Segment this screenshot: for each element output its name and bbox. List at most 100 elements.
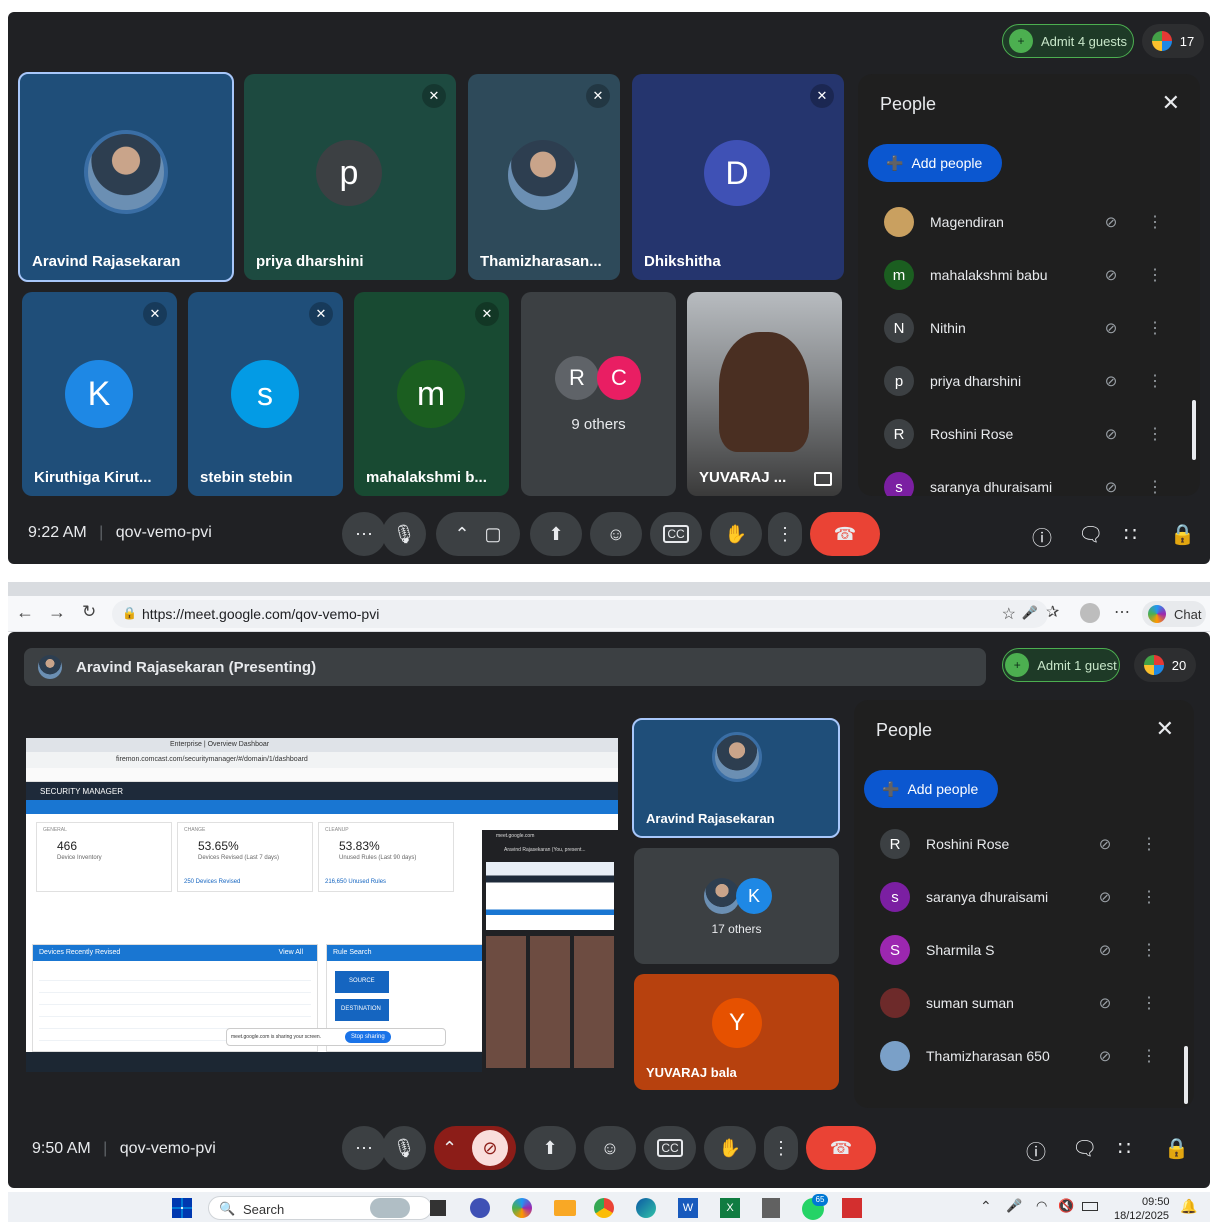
- people-list-item[interactable]: R Roshini Rose ⊘ ⋮: [864, 818, 1164, 870]
- site-info-icon[interactable]: 🔒: [122, 606, 137, 620]
- mic-off-icon[interactable]: ⊘: [1096, 425, 1126, 443]
- emoji-button[interactable]: ☺: [590, 512, 642, 556]
- mic-off-icon[interactable]: ⊘: [1096, 478, 1126, 496]
- participant-tile[interactable]: Aravind Rajasekaran: [18, 72, 234, 282]
- close-icon[interactable]: ✕: [1162, 90, 1180, 116]
- star-icon[interactable]: ☆: [1002, 604, 1016, 624]
- vertical-dots-icon[interactable]: ⋮: [1134, 940, 1164, 960]
- participants-button[interactable]: 17: [1142, 24, 1204, 58]
- battery-icon[interactable]: [1082, 1202, 1098, 1211]
- people-list-item[interactable]: Thamizharasan 650 ⊘ ⋮: [864, 1030, 1164, 1082]
- raise-hand-button[interactable]: ✋: [704, 1126, 756, 1170]
- info-icon[interactable]: ⓘ: [1032, 522, 1052, 551]
- mic-off-icon[interactable]: ⊘: [1096, 372, 1126, 390]
- tray-mic-icon[interactable]: 🎤: [1006, 1198, 1022, 1214]
- mic-off-icon[interactable]: ⊘: [1090, 941, 1120, 959]
- vertical-dots-icon[interactable]: ⋮: [1140, 371, 1170, 391]
- copilot-chat-button[interactable]: Chat: [1142, 601, 1206, 627]
- vertical-dots-icon[interactable]: ⋮: [1134, 887, 1164, 907]
- activities-icon[interactable]: ∷: [1124, 522, 1137, 547]
- mic-off-icon[interactable]: ⊘: [1096, 213, 1126, 231]
- card-link[interactable]: 216,650 Unused Rules: [325, 879, 386, 885]
- people-list-item[interactable]: s saranya dhuraisami ⊘ ⋮: [864, 871, 1164, 923]
- favorites-icon[interactable]: ✰: [1046, 602, 1059, 622]
- vertical-dots-icon[interactable]: ⋮: [1134, 1046, 1164, 1066]
- participant-tile[interactable]: ✕ s stebin stebin: [188, 292, 343, 496]
- participant-tile[interactable]: ✕ Thamizharasan...: [468, 74, 620, 280]
- people-list-item[interactable]: suman suman ⊘ ⋮: [864, 977, 1164, 1029]
- acrobat-icon[interactable]: [842, 1198, 862, 1218]
- activities-icon[interactable]: ∷: [1118, 1136, 1131, 1161]
- vertical-dots-icon[interactable]: ⋮: [1134, 834, 1164, 854]
- view-all-link[interactable]: View All: [279, 949, 303, 956]
- dashboard-card[interactable]: CLEANUP 53.83% Unused Rules (Last 90 days)…: [318, 822, 454, 892]
- host-controls-icon[interactable]: 🔒: [1164, 1136, 1189, 1161]
- mic-off-icon[interactable]: ⊘: [1096, 319, 1126, 337]
- word-icon[interactable]: W: [678, 1198, 698, 1218]
- mic-off-icon[interactable]: ⊘: [1090, 835, 1120, 853]
- volume-icon[interactable]: 🔇: [1058, 1198, 1074, 1214]
- admit-guests-button[interactable]: + Admit 1 guest: [1002, 648, 1120, 682]
- close-icon[interactable]: ✕: [1156, 716, 1174, 742]
- more-icon[interactable]: ⋯: [1114, 602, 1130, 622]
- chat-icon[interactable]: 🗨: [1072, 1136, 1097, 1161]
- edge-icon[interactable]: [636, 1198, 656, 1218]
- dashboard-card[interactable]: GENERAL 466 Device Inventory: [36, 822, 172, 892]
- vertical-dots-icon[interactable]: ⋮: [1134, 993, 1164, 1013]
- address-bar[interactable]: 🔒 https://meet.google.com/qov-vemo-pvi ☆…: [112, 600, 1048, 628]
- vertical-dots-icon[interactable]: ⋮: [1140, 212, 1170, 232]
- scrollbar[interactable]: [1184, 1046, 1188, 1104]
- leave-call-button[interactable]: ☎: [810, 512, 880, 556]
- excel-icon[interactable]: X: [720, 1198, 740, 1218]
- camera-options-button[interactable]: ⌃ ⊘: [434, 1126, 516, 1170]
- participant-tile[interactable]: ✕ p priya dharshini: [244, 74, 456, 280]
- people-list-item[interactable]: S Sharmila S ⊘ ⋮: [864, 924, 1164, 976]
- more-options-button[interactable]: ⋯: [342, 1126, 386, 1170]
- mic-off-icon[interactable]: ⊘: [1090, 888, 1120, 906]
- scrollbar[interactable]: [1192, 400, 1196, 460]
- forward-icon[interactable]: →: [48, 602, 66, 623]
- participant-tile[interactable]: ✕ K Kiruthiga Kirut...: [22, 292, 177, 496]
- captions-button[interactable]: CC: [644, 1126, 696, 1170]
- people-list-item[interactable]: N Nithin ⊘ ⋮: [868, 302, 1170, 354]
- raise-hand-button[interactable]: ✋: [710, 512, 762, 556]
- people-list-item[interactable]: R Roshini Rose ⊘ ⋮: [868, 408, 1170, 460]
- captions-button[interactable]: CC: [650, 512, 702, 556]
- present-button[interactable]: ⬆: [524, 1126, 576, 1170]
- wifi-icon[interactable]: ◠: [1036, 1198, 1047, 1214]
- mic-icon[interactable]: 🎤: [1022, 605, 1038, 621]
- dashboard-card[interactable]: CHANGE 53.65% Devices Revised (Last 7 days…: [177, 822, 313, 892]
- participant-tile[interactable]: Y YUVARAJ bala: [634, 974, 839, 1090]
- refresh-icon[interactable]: ↻: [82, 602, 96, 622]
- participant-tile[interactable]: YUVARAJ ...: [687, 292, 842, 496]
- participants-button[interactable]: 20: [1134, 648, 1196, 682]
- add-people-button[interactable]: ➕ Add people: [864, 770, 999, 808]
- more-options-button[interactable]: ⋯: [342, 512, 386, 556]
- participant-tile[interactable]: ✕ m mahalakshmi b...: [354, 292, 509, 496]
- stop-sharing-button[interactable]: Stop sharing: [345, 1031, 391, 1043]
- participant-tile[interactable]: Aravind Rajasekaran: [632, 718, 840, 838]
- more-actions-button[interactable]: ⋮: [768, 512, 802, 556]
- emoji-button[interactable]: ☺: [584, 1126, 636, 1170]
- chrome-icon[interactable]: [594, 1198, 614, 1218]
- card-link[interactable]: 250 Devices Revised: [184, 879, 240, 885]
- people-list-item[interactable]: m mahalakshmi babu ⊘ ⋮: [868, 249, 1170, 301]
- widgets-icon[interactable]: [370, 1198, 410, 1218]
- meet-app-icon[interactable]: [470, 1198, 490, 1218]
- vertical-dots-icon[interactable]: ⋮: [1140, 424, 1170, 444]
- windows-start-icon[interactable]: [172, 1198, 192, 1218]
- info-icon[interactable]: ⓘ: [1026, 1136, 1046, 1165]
- mic-off-icon[interactable]: ⊘: [1090, 994, 1120, 1012]
- more-actions-button[interactable]: ⋮: [764, 1126, 798, 1170]
- calculator-icon[interactable]: [762, 1198, 780, 1218]
- back-icon[interactable]: ←: [16, 602, 34, 623]
- vertical-dots-icon[interactable]: ⋮: [1140, 477, 1170, 496]
- picture-in-picture-icon[interactable]: [814, 472, 832, 486]
- file-explorer-icon[interactable]: [554, 1200, 576, 1216]
- people-list-item[interactable]: Magendiran ⊘ ⋮: [868, 196, 1170, 248]
- others-tile[interactable]: R C 9 others: [521, 292, 676, 496]
- mic-off-icon[interactable]: ⊘: [1090, 1047, 1120, 1065]
- mic-off-icon[interactable]: ⊘: [1096, 266, 1126, 284]
- present-button[interactable]: ⬆: [530, 512, 582, 556]
- leave-call-button[interactable]: ☎: [806, 1126, 876, 1170]
